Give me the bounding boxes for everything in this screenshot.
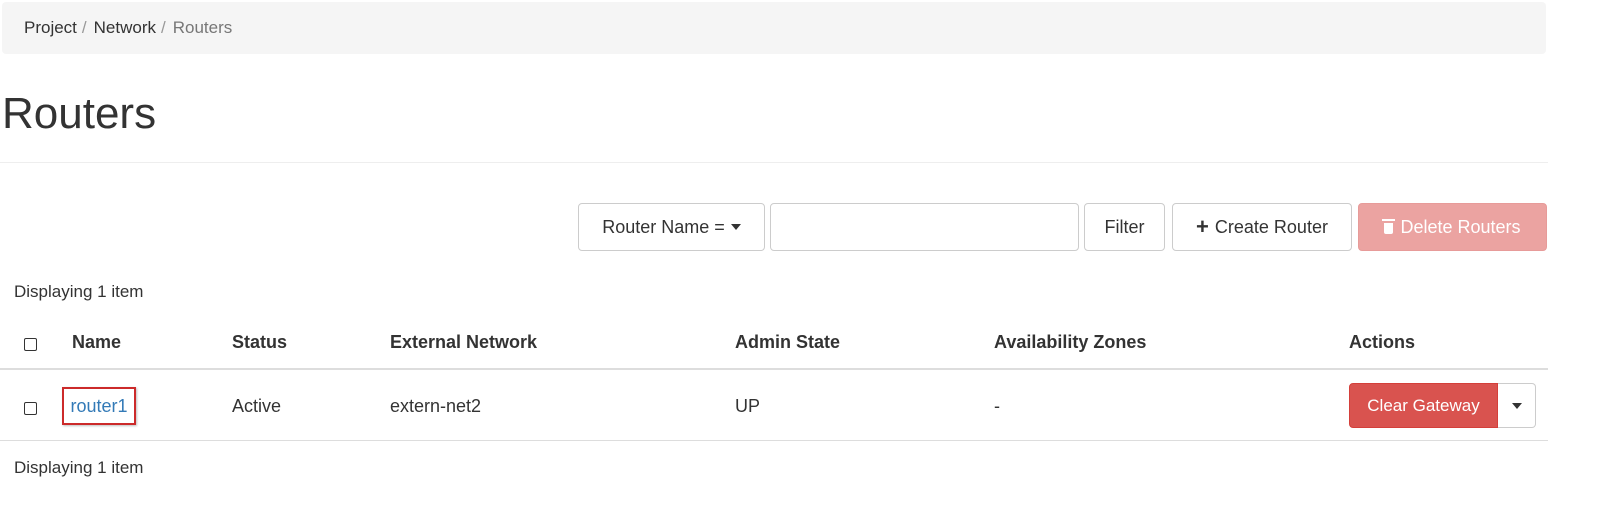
- breadcrumb-item-project[interactable]: Project: [24, 18, 77, 38]
- caret-down-icon: [1511, 402, 1522, 409]
- column-header-status[interactable]: Status: [232, 332, 287, 353]
- column-header-admin-state[interactable]: Admin State: [735, 332, 840, 353]
- trash-icon: [1382, 218, 1396, 234]
- column-header-external-network[interactable]: External Network: [390, 332, 537, 353]
- breadcrumb: Project / Network / Routers: [2, 2, 1546, 54]
- filter-input[interactable]: [770, 203, 1079, 251]
- clear-gateway-label: Clear Gateway: [1367, 395, 1480, 415]
- column-header-availability-zones[interactable]: Availability Zones: [994, 332, 1146, 353]
- breadcrumb-separator: /: [161, 18, 166, 37]
- item-count-top: Displaying 1 item: [14, 282, 144, 301]
- plus-icon: +: [1196, 214, 1209, 239]
- router-availability-zones: -: [994, 396, 1000, 416]
- clear-gateway-button[interactable]: Clear Gateway: [1349, 383, 1498, 428]
- table-row-divider: [0, 440, 1548, 441]
- router-external-network: extern-net2: [390, 396, 482, 416]
- filter-button[interactable]: Filter: [1084, 203, 1165, 251]
- column-header-name[interactable]: Name: [72, 332, 121, 353]
- row-actions-dropdown-toggle[interactable]: [1498, 383, 1536, 428]
- filter-field-select[interactable]: Router Name =: [578, 203, 765, 251]
- create-router-button[interactable]: + Create Router: [1172, 203, 1352, 251]
- router-admin-state: UP: [735, 396, 761, 416]
- title-divider: [0, 162, 1548, 163]
- router-name-link[interactable]: router1: [62, 387, 136, 425]
- filter-button-label: Filter: [1104, 216, 1145, 237]
- delete-routers-label: Delete Routers: [1400, 216, 1521, 237]
- breadcrumb-item-network[interactable]: Network: [94, 18, 156, 38]
- create-router-label: Create Router: [1214, 216, 1328, 237]
- caret-down-icon: [730, 224, 741, 230]
- delete-routers-button[interactable]: Delete Routers: [1358, 203, 1547, 251]
- page-title: Routers: [2, 89, 157, 138]
- item-count-bottom: Displaying 1 item: [14, 458, 144, 477]
- table-header-divider: [0, 368, 1548, 370]
- breadcrumb-current: Routers: [172, 18, 233, 37]
- router-status: Active: [232, 396, 282, 416]
- select-all-checkbox[interactable]: [24, 338, 37, 351]
- router-name-text: router1: [70, 395, 128, 416]
- row-select-checkbox[interactable]: [24, 402, 37, 415]
- filter-field-label: Router Name =: [602, 216, 725, 237]
- column-header-actions: Actions: [1349, 332, 1416, 352]
- breadcrumb-separator: /: [81, 18, 87, 37]
